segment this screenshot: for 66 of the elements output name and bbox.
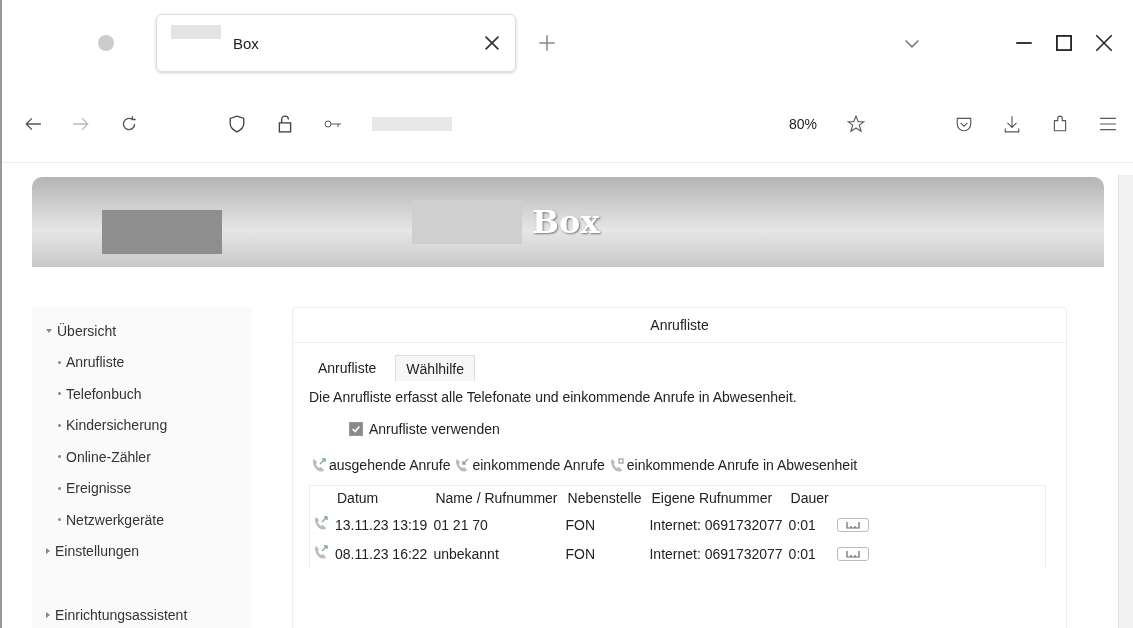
pocket-icon[interactable] bbox=[955, 115, 973, 133]
checkbox-label: Anrufliste verwenden bbox=[369, 421, 500, 437]
tab-title: Box bbox=[233, 34, 260, 52]
bullet-icon bbox=[58, 518, 61, 522]
column-header: Name / Rufnummer bbox=[434, 489, 559, 508]
scrollbar[interactable] bbox=[1118, 175, 1133, 628]
tab[interactable]: Wählhilfe bbox=[395, 355, 475, 381]
table-cell-text: 01 21 70 bbox=[432, 515, 489, 535]
bullet-icon bbox=[58, 392, 61, 396]
table-cell-text: 0:01 bbox=[787, 544, 817, 564]
puzzle-icon[interactable] bbox=[1051, 115, 1069, 133]
download-icon[interactable] bbox=[1003, 115, 1021, 133]
zoom-level[interactable]: 80% bbox=[788, 116, 817, 132]
reload-icon[interactable] bbox=[120, 115, 138, 133]
column-header: Nebenstelle bbox=[566, 489, 643, 508]
panel-title: Anrufliste bbox=[293, 308, 1066, 343]
sidebar-item[interactable]: Netzwerkgeräte bbox=[66, 511, 165, 528]
legend-label: einkommende Anrufe bbox=[472, 457, 605, 473]
browser-tab[interactable]: Box bbox=[156, 14, 516, 72]
close-icon[interactable] bbox=[483, 34, 501, 52]
legend-label: ausgehende Anrufe bbox=[329, 457, 451, 473]
sidebar-item[interactable]: Einstellungen bbox=[55, 543, 140, 560]
bullet-icon bbox=[58, 360, 61, 364]
column-header: Datum bbox=[336, 489, 380, 508]
table-cell-text: 08.11.23 16:22 bbox=[334, 544, 429, 564]
favicon-placeholder bbox=[171, 25, 221, 39]
table-cell-text: FON bbox=[564, 544, 597, 564]
column-header: Dauer bbox=[789, 489, 830, 508]
phone-icon bbox=[311, 457, 327, 473]
lock-icon[interactable] bbox=[276, 115, 294, 133]
bracket-icon bbox=[845, 520, 860, 529]
browser-logo-icon bbox=[98, 35, 114, 51]
shield-icon[interactable] bbox=[228, 115, 246, 133]
back-arrow-icon[interactable] bbox=[24, 115, 42, 133]
header-logo: Box bbox=[532, 203, 600, 241]
sidebar-item[interactable]: Übersicht bbox=[57, 322, 117, 339]
bullet-icon bbox=[58, 423, 61, 427]
description-text: Die Anrufliste erfasst alle Telefonate und einkommende Anrufe in Abwesenheit. bbox=[308, 389, 798, 405]
sidebar-item[interactable]: Ereignisse bbox=[66, 480, 132, 497]
menu-icon[interactable] bbox=[1099, 115, 1117, 133]
sidebar-item[interactable]: Kindersicherung bbox=[66, 417, 168, 434]
bracket-icon bbox=[845, 549, 860, 558]
table-cell-text: FON bbox=[564, 515, 597, 535]
phone-icon bbox=[454, 457, 471, 473]
phone-icon bbox=[608, 457, 625, 473]
sidebar-item[interactable]: Telefonbuch bbox=[66, 385, 142, 402]
maximize-icon[interactable] bbox=[1055, 34, 1073, 52]
checkbox[interactable] bbox=[349, 422, 363, 436]
table-cell-text: unbekannt bbox=[432, 544, 500, 564]
sidebar-item[interactable]: Online-Zähler bbox=[66, 448, 151, 465]
table-cell-text: 13.11.23 13:19 bbox=[334, 515, 429, 535]
sidebar-item[interactable]: Einrichtungsassistent bbox=[55, 606, 188, 623]
table-cell-text: Internet: 0691732077 bbox=[648, 544, 784, 564]
sidebar-item[interactable]: Anrufliste bbox=[66, 354, 125, 371]
legend-label: einkommende Anrufe in Abwesenheit bbox=[626, 457, 858, 473]
close-icon[interactable] bbox=[1095, 34, 1113, 52]
bullet-icon bbox=[58, 455, 61, 459]
phone-icon bbox=[313, 544, 329, 560]
star-icon[interactable] bbox=[847, 115, 865, 133]
table-cell-text: Internet: 0691732077 bbox=[648, 515, 784, 535]
table-cell-text: 0:01 bbox=[787, 515, 817, 535]
bullet-icon bbox=[58, 486, 61, 490]
plus-icon[interactable] bbox=[538, 34, 556, 52]
column-header: Eigene Rufnummer bbox=[650, 489, 774, 508]
check-icon bbox=[351, 424, 361, 434]
phone-icon bbox=[313, 515, 329, 531]
